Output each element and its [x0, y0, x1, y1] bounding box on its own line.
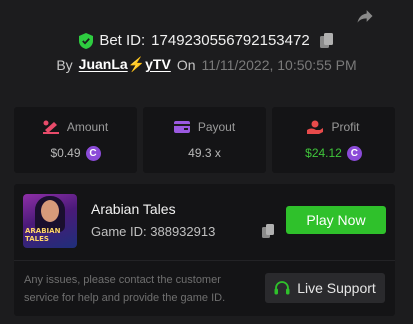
copy-game-id-icon[interactable] [262, 224, 275, 239]
stat-profit: Profit $24.12 C [272, 107, 395, 173]
support-message: Any issues, please contact the customer … [24, 274, 226, 304]
stat-payout-label: Payout [197, 120, 236, 134]
stat-profit-value: $24.12 [305, 146, 342, 160]
hand-coin-icon [307, 120, 324, 134]
stat-amount-label: Amount [66, 119, 109, 134]
game-name: Arabian Tales [91, 201, 176, 217]
stat-payout: Payout 49.3 x [143, 107, 266, 173]
coin-icon: C [346, 145, 362, 161]
money-icon [42, 120, 59, 134]
game-card: ARABIAN TALES Arabian Tales Game ID: 388… [14, 184, 395, 316]
stat-amount-value: $0.49 [50, 146, 81, 160]
copy-bet-id-icon[interactable] [319, 32, 334, 49]
by-label: By [56, 56, 73, 73]
username-part1: JuanLa [78, 56, 128, 72]
game-id-label: Game ID: [91, 224, 147, 239]
author-row: By JuanLa⚡yTV On 11/11/2022, 10:50:55 PM [0, 56, 413, 73]
wallet-icon [173, 121, 190, 133]
thumbnail-title: ARABIAN TALES [25, 227, 61, 243]
headset-icon [274, 281, 290, 295]
bet-id-label: Bet ID: [99, 32, 146, 49]
stat-amount: Amount $0.49 C [14, 107, 137, 173]
username-link[interactable]: JuanLa⚡yTV [79, 56, 171, 73]
share-icon[interactable] [355, 6, 375, 26]
stats-row: Amount $0.49 C Payout 49.3 x Profit $24.… [14, 107, 395, 173]
live-support-button[interactable]: Live Support [265, 273, 385, 303]
bet-id-value: 1749230556792153472 [151, 32, 310, 49]
game-id-value: 388932913 [150, 224, 216, 239]
username-part2: yTV [145, 56, 171, 72]
stat-payout-value: 49.3 x [188, 146, 221, 160]
coin-icon: C [85, 145, 101, 161]
verified-shield-icon [79, 32, 94, 49]
divider [14, 260, 395, 261]
bet-date: 11/11/2022, 10:50:55 PM [201, 56, 357, 73]
bolt-icon: ⚡ [127, 56, 146, 72]
stat-profit-label: Profit [331, 119, 360, 134]
play-now-button[interactable]: Play Now [286, 206, 386, 234]
on-label: On [176, 56, 196, 73]
game-thumbnail[interactable]: ARABIAN TALES [23, 194, 77, 248]
bet-id-row: Bet ID: 1749230556792153472 [0, 32, 413, 49]
game-id: Game ID: 388932913 [91, 224, 215, 239]
thumbnail-face [41, 200, 59, 222]
live-support-label: Live Support [297, 280, 376, 296]
